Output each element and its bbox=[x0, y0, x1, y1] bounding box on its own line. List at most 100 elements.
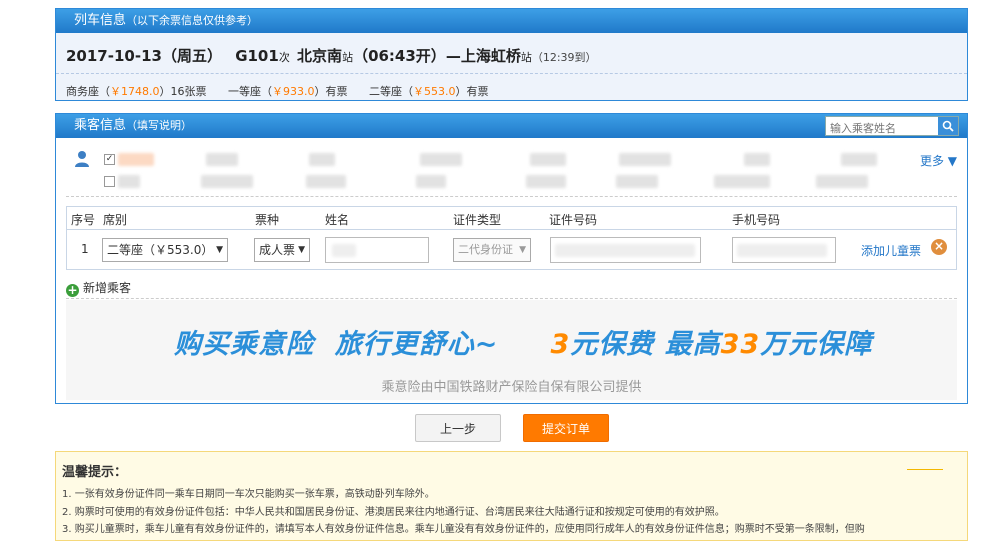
from-station: 北京南 bbox=[297, 47, 343, 65]
submit-order-button[interactable]: 提交订单 bbox=[523, 414, 609, 442]
train-info-body: 2017-10-13（周五） G101次 北京南站（06:43开）—上海虹桥站（… bbox=[56, 33, 967, 100]
seat-second-name: 二等座（ bbox=[369, 85, 413, 98]
train-number-suffix: 次 bbox=[278, 51, 290, 64]
add-passenger-label: 新增乘客 bbox=[83, 281, 132, 295]
table-divider bbox=[66, 298, 957, 299]
slogan-part-1: 购买乘意险 旅行更舒心~ bbox=[174, 329, 551, 360]
contact-name-9 bbox=[530, 153, 566, 166]
from-station-suffix: 站 bbox=[342, 51, 354, 64]
tip-1: 1. 一张有效身份证件同一乘车日期同一车次只能购买一张车票，高铁动卧列车除外。 bbox=[62, 489, 435, 500]
train-info-title: 列车信息 bbox=[74, 13, 127, 28]
passenger-info-header: 乘客信息（填写说明） bbox=[56, 114, 967, 138]
contact-name-2 bbox=[118, 175, 140, 188]
seat-business-status: ）16张票 bbox=[159, 85, 207, 98]
id-number-value bbox=[555, 244, 695, 257]
contact-name-3 bbox=[206, 153, 238, 166]
passenger-info-panel: 乘客信息（填写说明） ✓ 更多 ▼ 序号 席别 票种 姓名 证件类型 证 bbox=[55, 113, 968, 404]
col-name: 姓名 bbox=[325, 213, 350, 227]
seat-availability: 商务座（￥1748.0）16张票 一等座（￥933.0）有票 二等座（￥553.… bbox=[66, 83, 507, 99]
col-index: 序号 bbox=[71, 213, 96, 227]
contact-name-1 bbox=[118, 153, 154, 166]
seat-first-class: 一等座（￥933.0）有票 bbox=[228, 85, 348, 98]
table-header: 序号 席别 票种 姓名 证件类型 证件号码 手机号码 bbox=[67, 207, 956, 230]
insurance-slogan: 购买乘意险 旅行更舒心~ 3元保费 最高33万元保障 bbox=[174, 322, 872, 361]
seat-select-value: 二等座（￥553.0） bbox=[107, 243, 214, 257]
name-input[interactable] bbox=[325, 237, 429, 263]
contact-name-10 bbox=[526, 175, 566, 188]
contact-name-13 bbox=[744, 153, 770, 166]
tip-2: 2. 购票时可使用的有效身份证件包括：中华人民共和国居民身份证、港澳居民来往内地… bbox=[62, 507, 725, 518]
contact-name-14 bbox=[714, 175, 770, 188]
insurance-banner[interactable]: 购买乘意险 旅行更舒心~ 3元保费 最高33万元保障 乘意险由中国铁路财产保险自… bbox=[66, 300, 957, 400]
add-passenger-button[interactable]: + 新增乘客 bbox=[66, 279, 131, 297]
prev-step-button[interactable]: 上一步 bbox=[415, 414, 501, 442]
fill-instructions-link[interactable]: （填写说明） bbox=[126, 119, 192, 132]
phone-input[interactable] bbox=[732, 237, 836, 263]
tips-title: 温馨提示： bbox=[62, 465, 128, 480]
user-icon bbox=[74, 150, 90, 168]
name-value bbox=[332, 244, 356, 257]
arrive-time: （12:39到） bbox=[531, 51, 597, 64]
contact-checkbox-1[interactable]: ✓ bbox=[104, 154, 115, 165]
row-index: 1 bbox=[81, 242, 89, 256]
add-child-ticket-link[interactable]: 添加儿童票 bbox=[861, 242, 921, 259]
to-station-suffix: 站 bbox=[520, 51, 532, 64]
contact-name-7 bbox=[420, 153, 462, 166]
train-info-subtitle: （以下余票信息仅供参考） bbox=[126, 14, 259, 27]
ticket-type-value: 成人票 bbox=[259, 243, 296, 257]
passenger-search-input[interactable] bbox=[826, 119, 942, 138]
insurance-provider: 乘意险由中国铁路财产保险自保有限公司提供 bbox=[381, 380, 642, 395]
search-icon[interactable] bbox=[938, 117, 958, 135]
col-ticket: 票种 bbox=[255, 213, 280, 227]
slogan-part-3: 万元保障 bbox=[760, 329, 873, 360]
passenger-search bbox=[825, 116, 959, 138]
table-row: 1 二等座（￥553.0） ▼ 成人票 ▼ 二代身份证 ▼ 添加儿童票 × bbox=[67, 230, 956, 270]
chevron-down-icon: ▼ bbox=[216, 245, 223, 255]
tips-panel: 温馨提示： 1. 一张有效身份证件同一乘车日期同一车次只能购买一张车票，高铁动卧… bbox=[55, 451, 968, 541]
tip-3: 3. 购买儿童票时，乘车儿童有有效身份证件的，请填写本人有效身份证件信息。乘车儿… bbox=[62, 524, 865, 535]
seat-second-class: 二等座（￥553.0）有票 bbox=[369, 85, 489, 98]
contact-name-5 bbox=[309, 153, 335, 166]
contact-name-11 bbox=[619, 153, 671, 166]
col-id-no: 证件号码 bbox=[549, 213, 598, 227]
seat-second-price: ￥553.0 bbox=[413, 85, 456, 98]
seat-business: 商务座（￥1748.0）16张票 bbox=[66, 85, 207, 98]
train-number: G101 bbox=[235, 47, 279, 65]
seat-first-name: 一等座（ bbox=[228, 85, 272, 98]
col-phone: 手机号码 bbox=[732, 213, 781, 227]
train-info-panel: 列车信息（以下余票信息仅供参考） 2017-10-13（周五） G101次 北京… bbox=[55, 8, 968, 101]
contact-checkbox-2[interactable] bbox=[104, 176, 115, 187]
contact-name-12 bbox=[616, 175, 658, 188]
seat-select[interactable]: 二等座（￥553.0） ▼ bbox=[102, 238, 228, 262]
seat-first-status: ）有票 bbox=[314, 85, 348, 98]
slogan-fee: 3 bbox=[550, 329, 571, 360]
slogan-part-2: 元保费 最高 bbox=[570, 329, 721, 360]
seat-business-name: 商务座（ bbox=[66, 85, 110, 98]
col-id-type: 证件类型 bbox=[453, 213, 502, 227]
chevron-down-icon: ▼ bbox=[519, 245, 526, 255]
train-info-header: 列车信息（以下余票信息仅供参考） bbox=[56, 9, 967, 33]
tips-decoration bbox=[907, 469, 943, 470]
contact-name-8 bbox=[416, 175, 446, 188]
contact-name-6 bbox=[306, 175, 346, 188]
id-number-input[interactable] bbox=[550, 237, 701, 263]
id-type-select[interactable]: 二代身份证 ▼ bbox=[453, 238, 531, 262]
seat-business-price: ￥1748.0 bbox=[110, 85, 160, 98]
passenger-table: 序号 席别 票种 姓名 证件类型 证件号码 手机号码 1 二等座（￥553.0）… bbox=[66, 206, 957, 270]
contacts-divider bbox=[66, 196, 957, 197]
contact-name-15 bbox=[841, 153, 877, 166]
slogan-coverage: 33 bbox=[720, 329, 761, 360]
more-contacts-link[interactable]: 更多 ▼ bbox=[920, 152, 957, 169]
col-seat: 席别 bbox=[103, 213, 128, 227]
seat-second-status: ）有票 bbox=[455, 85, 489, 98]
delete-icon[interactable]: × bbox=[931, 239, 947, 255]
chevron-down-icon: ▼ bbox=[298, 245, 305, 255]
contact-name-16 bbox=[816, 175, 868, 188]
depart-time: （06:43开） bbox=[353, 47, 446, 65]
train-divider bbox=[56, 73, 967, 74]
travel-date: 2017-10-13（周五） bbox=[66, 47, 222, 65]
id-type-value: 二代身份证 bbox=[458, 243, 513, 256]
ticket-type-select[interactable]: 成人票 ▼ bbox=[254, 238, 310, 262]
phone-value bbox=[737, 244, 827, 257]
plus-icon: + bbox=[66, 283, 79, 297]
